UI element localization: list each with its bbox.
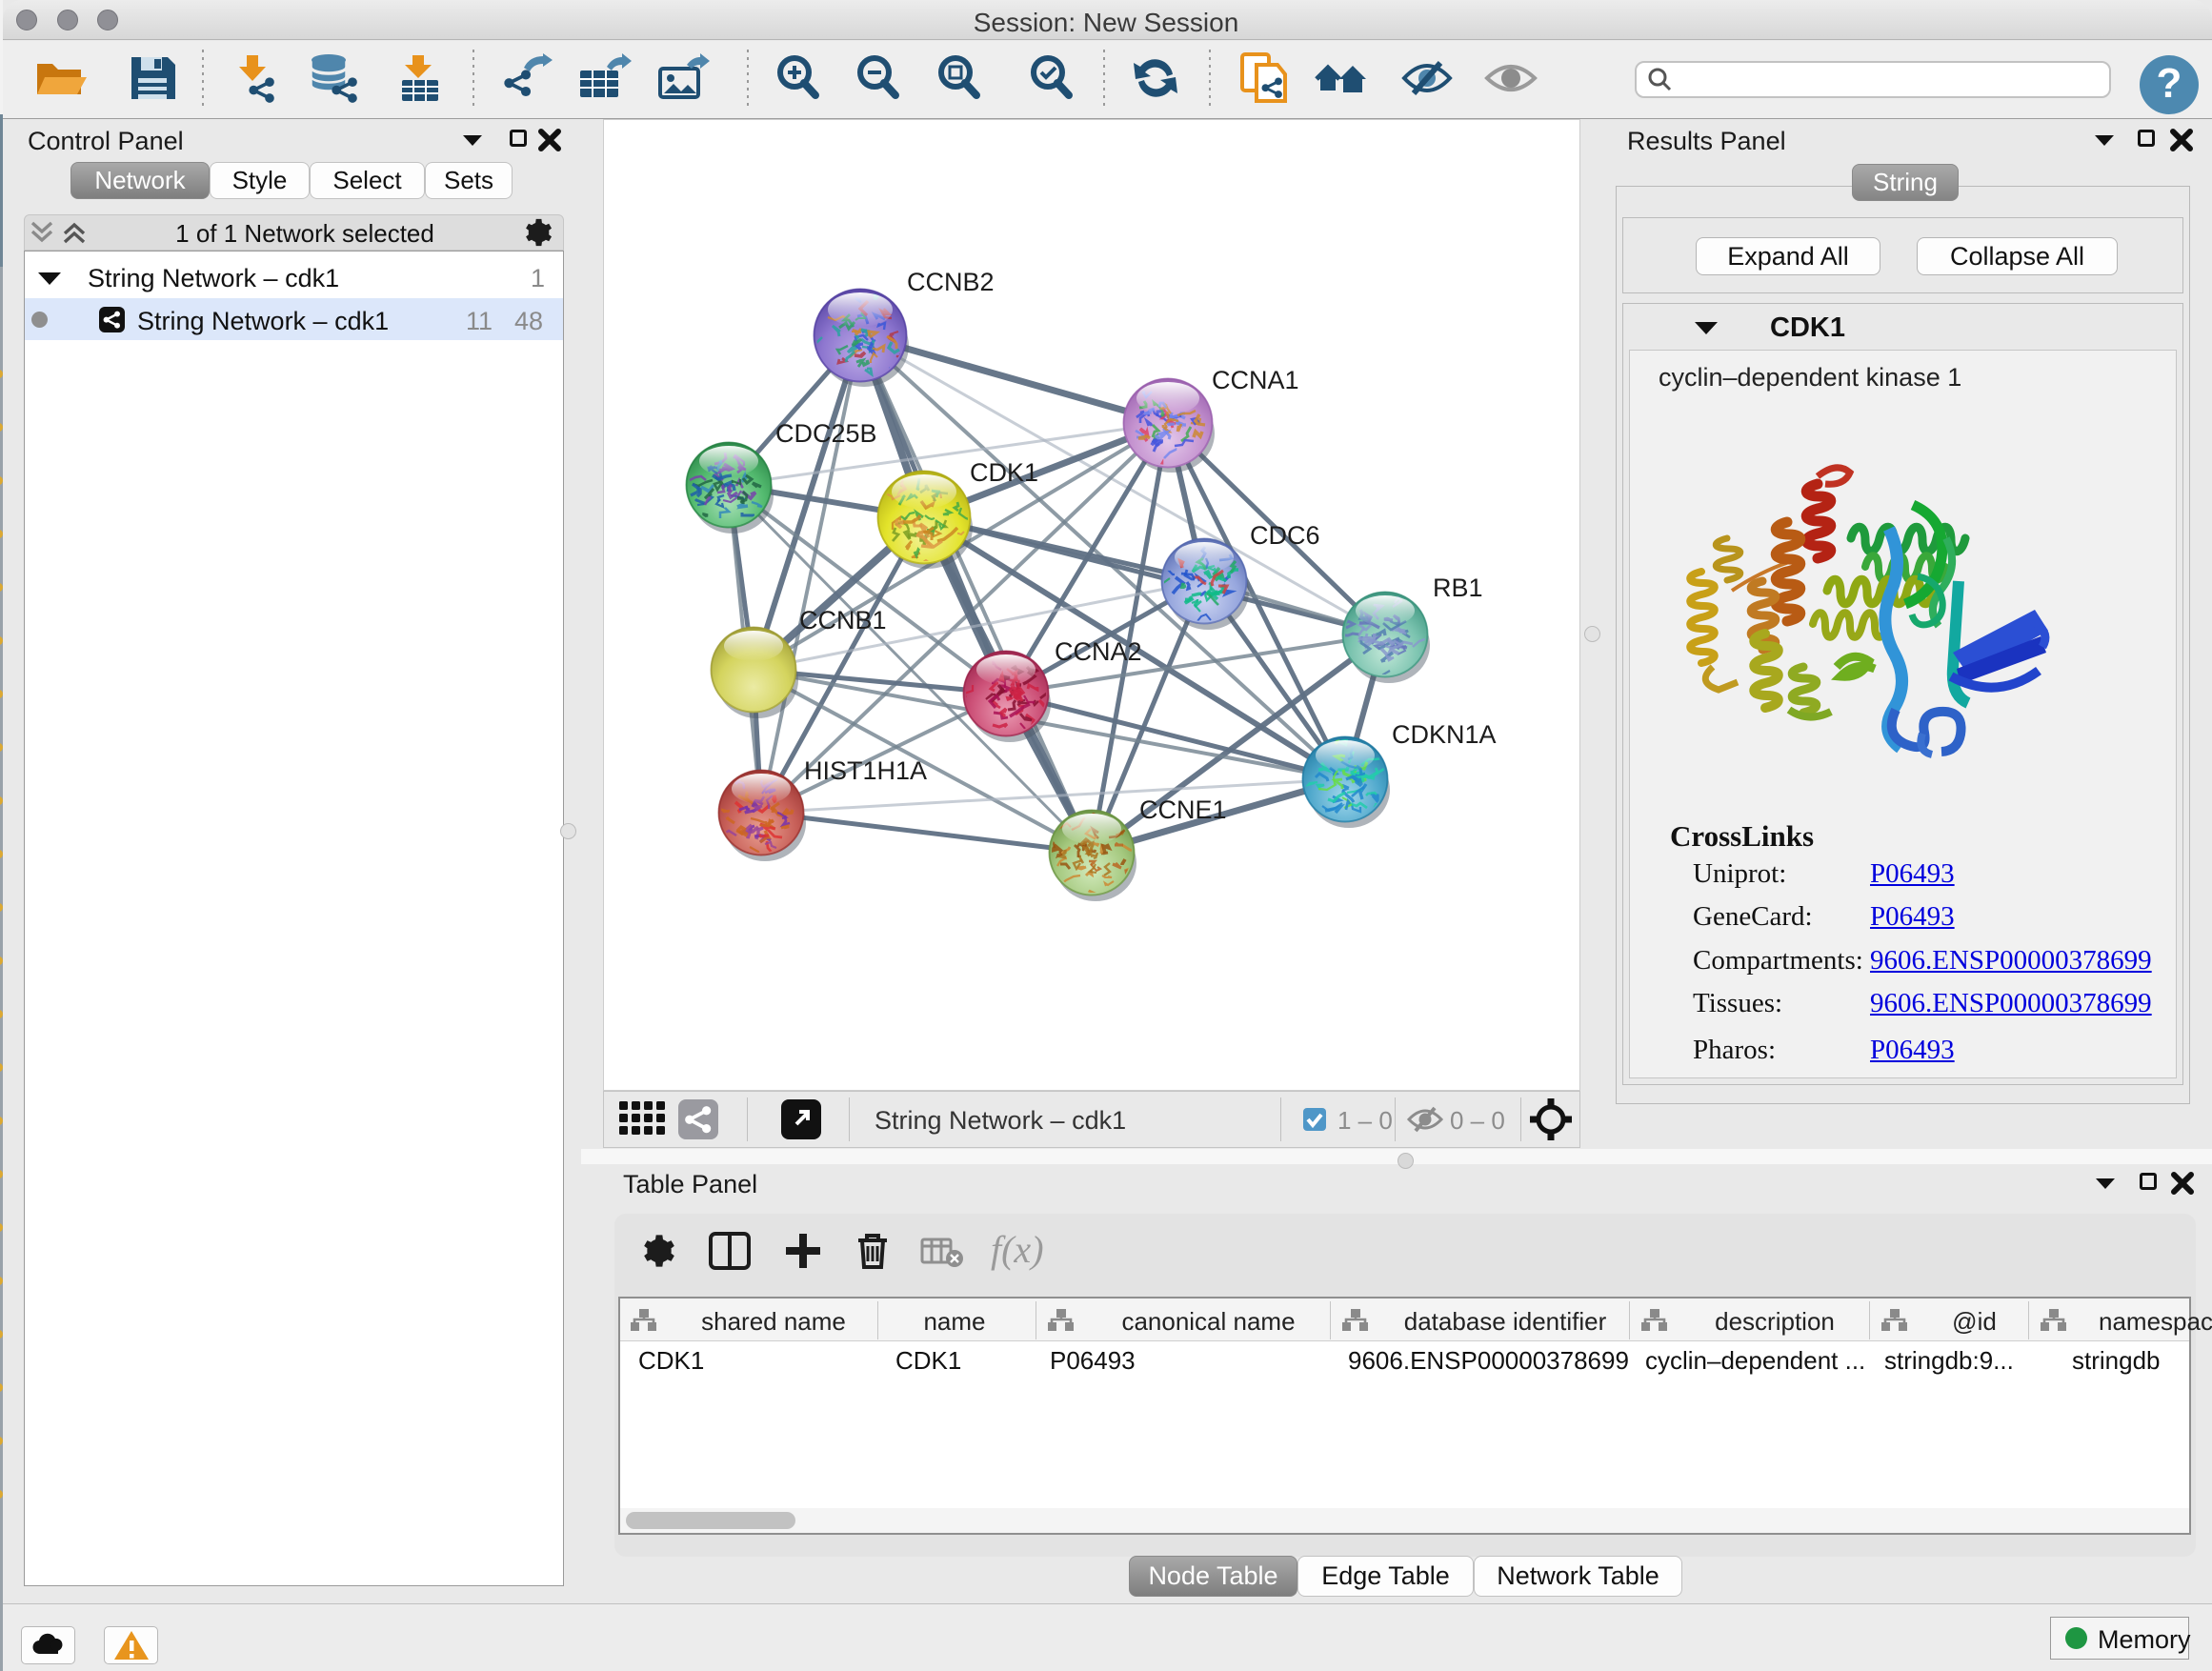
- svg-text:CCNE1: CCNE1: [1139, 795, 1227, 824]
- svg-text:CCNA1: CCNA1: [1212, 366, 1299, 394]
- svg-text:CDK1: CDK1: [970, 458, 1038, 487]
- svg-text:CCNB2: CCNB2: [907, 268, 995, 296]
- svg-text:RB1: RB1: [1433, 574, 1483, 602]
- svg-text:CDKN1A: CDKN1A: [1392, 720, 1497, 749]
- svg-text:CCNB1: CCNB1: [799, 606, 887, 634]
- svg-text:CCNA2: CCNA2: [1055, 637, 1142, 666]
- svg-text:HIST1H1A: HIST1H1A: [804, 756, 927, 785]
- svg-text:CDC25B: CDC25B: [775, 419, 877, 448]
- svg-text:CDC6: CDC6: [1250, 521, 1320, 550]
